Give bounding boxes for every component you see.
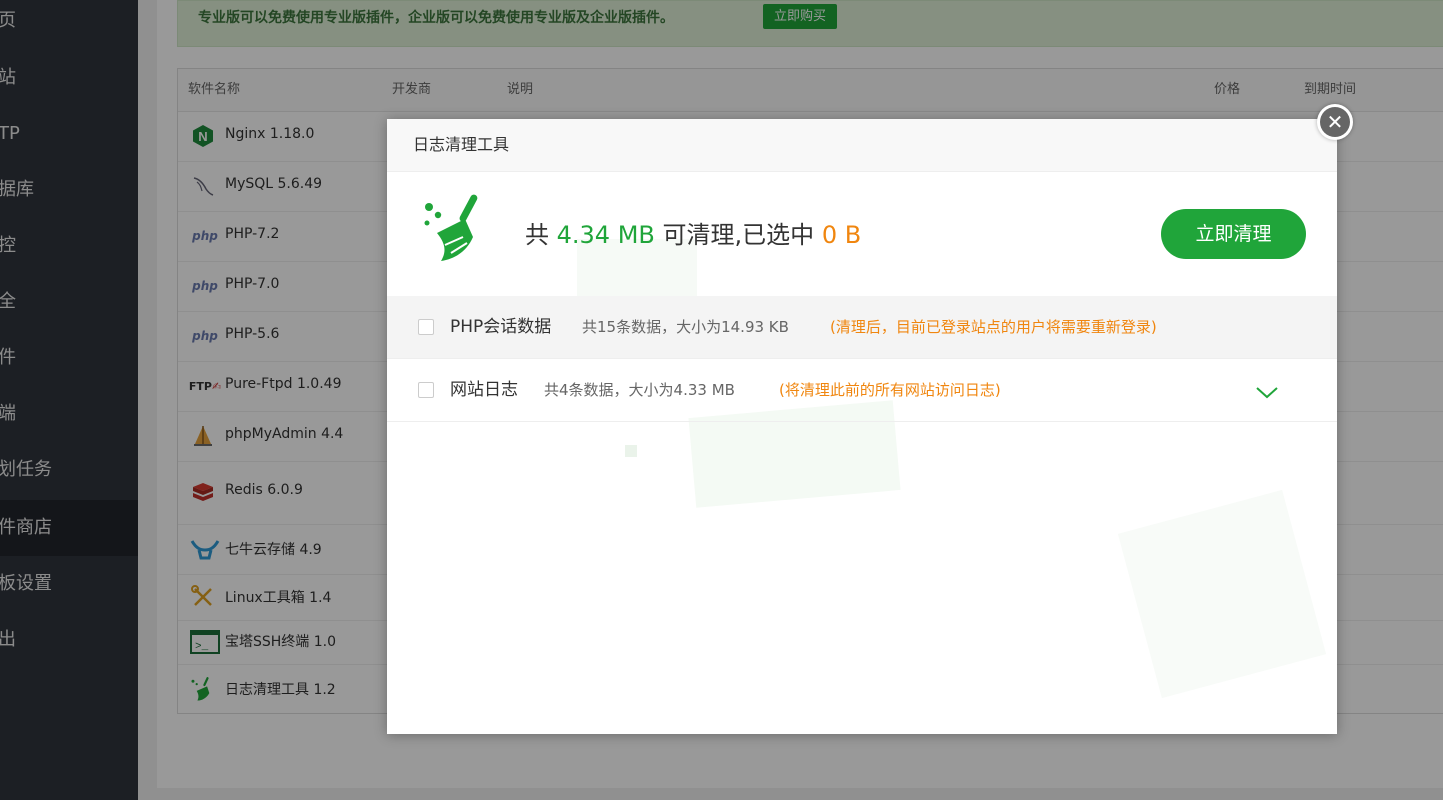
broom-icon (424, 194, 478, 261)
item-note: (清理后，目前已登录站点的用户将需要重新登录) (830, 318, 1157, 336)
dialog-title: 日志清理工具 (413, 135, 510, 154)
decor-shape (1117, 489, 1327, 699)
item-name: PHP会话数据 (450, 317, 552, 337)
clean-summary: 共 4.34 MB 可清理,已选中 0 B 立即清理 (387, 171, 1337, 297)
item-info: 共4条数据，大小为4.33 MB (544, 381, 735, 399)
summary-text: 共 4.34 MB 可清理,已选中 0 B (525, 215, 861, 250)
chevron-down-icon[interactable] (1255, 383, 1279, 401)
log-cleaner-dialog: 日志清理工具 共 4.34 MB 可清理,已选中 0 B 立即清理 PHP会话数… (387, 119, 1337, 734)
total-size: 4.34 MB (556, 221, 655, 249)
summary-prefix: 共 (525, 221, 549, 249)
item-note: (将清理此前的所有网站访问日志) (779, 381, 1001, 399)
dialog-header: 日志清理工具 (387, 119, 1337, 172)
clean-item-php-session: PHP会话数据 共15条数据，大小为14.93 KB (清理后，目前已登录站点的… (387, 296, 1337, 359)
item-name: 网站日志 (450, 380, 518, 400)
close-dialog-button[interactable]: ✕ (1317, 104, 1353, 140)
clean-now-button[interactable]: 立即清理 (1161, 209, 1306, 259)
site-log-checkbox[interactable] (418, 382, 434, 398)
summary-middle: 可清理,已选中 (662, 221, 815, 249)
selected-size: 0 B (821, 221, 862, 249)
decor-shape (625, 445, 637, 457)
close-icon: ✕ (1320, 107, 1350, 137)
php-session-checkbox[interactable] (418, 319, 434, 335)
clean-item-site-log: 网站日志 共4条数据，大小为4.33 MB (将清理此前的所有网站访问日志) (387, 359, 1337, 422)
item-info: 共15条数据，大小为14.93 KB (582, 318, 789, 336)
